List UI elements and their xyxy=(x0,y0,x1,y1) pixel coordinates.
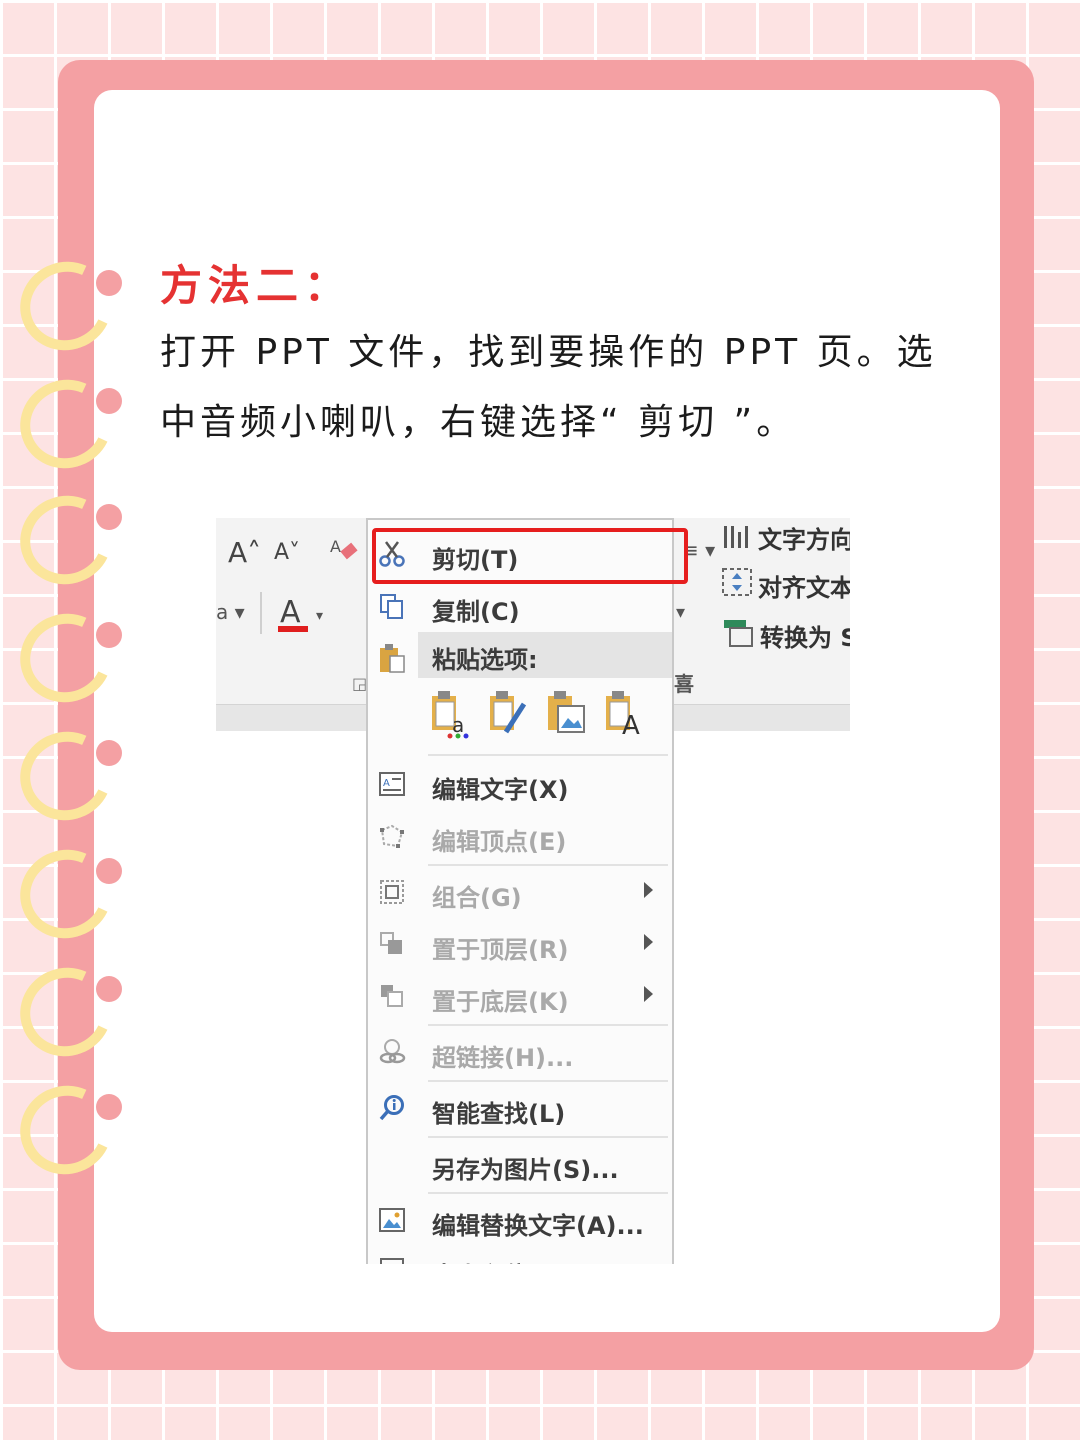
ring-hole xyxy=(96,740,122,766)
svg-text:A: A xyxy=(330,537,341,556)
menu-item-bring-to-front[interactable]: 置于顶层(R) xyxy=(368,920,672,968)
menu-separator xyxy=(428,1024,668,1026)
size-position-label: 大小和位置(Z)... xyxy=(432,1256,619,1264)
ring-hole xyxy=(96,504,122,530)
menu-item-group[interactable]: 组合(G) xyxy=(368,868,672,916)
paste-options-label: 粘贴选项: xyxy=(432,646,538,674)
ring-hole xyxy=(96,858,122,884)
smart-lookup-icon xyxy=(378,1094,406,1122)
ring-hole xyxy=(96,622,122,648)
menu-item-copy[interactable]: 复制(C) xyxy=(368,582,672,630)
ring-hole xyxy=(96,270,122,296)
svg-text:A: A xyxy=(280,595,301,630)
paste-as-picture-icon[interactable] xyxy=(544,688,588,740)
align-text-label[interactable]: 对齐文本 xyxy=(758,568,850,603)
edit-text-label: 编辑文字(X) xyxy=(432,776,569,804)
menu-item-save-as-picture[interactable]: 另存为图片(S)... xyxy=(368,1140,672,1188)
text-direction-icon[interactable] xyxy=(720,522,754,552)
menu-separator xyxy=(428,1136,668,1138)
shrink-font-icon[interactable]: A˅ xyxy=(274,540,300,565)
instruction-text: 打开 PPT 文件，找到要操作的 PPT 页。选中音频小喇叭，右键选择“ 剪切 … xyxy=(160,332,937,443)
group-label: 组合(G) xyxy=(432,884,522,912)
send-to-back-icon xyxy=(378,982,406,1010)
ring-hole xyxy=(96,1094,122,1120)
bring-to-front-icon xyxy=(378,930,406,958)
menu-item-hyperlink[interactable]: 超链接(H)... xyxy=(368,1028,672,1076)
menu-item-edit-text[interactable]: A 编辑文字(X) xyxy=(368,760,672,808)
edit-alt-text-label: 编辑替换文字(A)... xyxy=(432,1212,644,1240)
menu-item-size-position[interactable]: 大小和位置(Z)... xyxy=(368,1246,672,1264)
menu-separator xyxy=(428,1080,668,1082)
copy-label: 复制(C) xyxy=(432,598,520,626)
svg-text:A: A xyxy=(383,778,390,789)
text-direction-label[interactable]: 文字方向 xyxy=(758,520,850,555)
menu-item-edit-points[interactable]: 编辑顶点(E) xyxy=(368,812,672,860)
send-to-back-label: 置于底层(K) xyxy=(432,988,569,1016)
font-color-icon[interactable]: A ▾ xyxy=(276,594,336,638)
convert-to-label[interactable]: 转换为 S xyxy=(760,618,850,653)
menu-separator xyxy=(428,754,668,756)
divider xyxy=(260,592,262,634)
edit-points-icon xyxy=(378,822,406,850)
group-icon xyxy=(378,878,406,906)
hyperlink-icon xyxy=(378,1038,406,1066)
menu-item-send-to-back[interactable]: 置于底层(K) xyxy=(368,972,672,1020)
align-text-icon[interactable] xyxy=(720,566,754,598)
menu-item-edit-alt-text[interactable]: 编辑替换文字(A)... xyxy=(368,1196,672,1244)
smartart-convert-icon[interactable] xyxy=(720,616,756,650)
hyperlink-label: 超链接(H)... xyxy=(432,1044,574,1072)
ppt-screenshot: A˄ A˅ A a ▾ A ▾ 文字方向 对齐文本 转换为 S ≡ ▾ ▾ 喜 ◲ xyxy=(216,518,850,1264)
dialog-launcher-icon[interactable]: ◲ xyxy=(352,674,367,693)
menu-item-smart-lookup[interactable]: 智能查找(L) xyxy=(368,1084,672,1132)
ring-hole xyxy=(96,976,122,1002)
group-label-fragment: 喜 xyxy=(674,672,694,696)
menu-separator xyxy=(428,864,668,866)
bring-to-front-label: 置于顶层(R) xyxy=(432,936,569,964)
paste-use-theme-icon[interactable]: a xyxy=(428,688,472,740)
edit-points-label: 编辑顶点(E) xyxy=(432,828,567,856)
grow-font-icon[interactable]: A˄ xyxy=(228,536,261,569)
paste-text-only-icon[interactable]: A xyxy=(602,688,646,741)
dropdown-arrow-icon[interactable]: ▾ xyxy=(676,602,685,623)
clear-format-icon[interactable]: A xyxy=(328,532,362,566)
paste-clipboard-icon xyxy=(378,642,406,673)
submenu-arrow-icon xyxy=(644,882,653,898)
smart-lookup-label: 智能查找(L) xyxy=(432,1100,566,1128)
dropdown-icon[interactable]: a ▾ xyxy=(216,600,245,624)
save-as-picture-label: 另存为图片(S)... xyxy=(432,1156,619,1184)
size-position-icon xyxy=(378,1256,406,1264)
context-menu: 剪切(T) 复制(C) 粘贴选项: a A A 编辑文字(X) 编辑顶点(E) … xyxy=(366,518,674,1264)
edit-text-icon: A xyxy=(378,770,406,798)
method-title: 方法二： xyxy=(160,261,353,310)
svg-text:▾: ▾ xyxy=(316,608,323,624)
menu-separator xyxy=(428,1192,668,1194)
alt-text-image-icon xyxy=(378,1206,406,1234)
copy-icon xyxy=(378,592,406,620)
svg-text:a: a xyxy=(452,713,464,737)
submenu-arrow-icon xyxy=(644,934,653,950)
paste-options-header: 粘贴选项: xyxy=(418,632,672,678)
ring-hole xyxy=(96,388,122,414)
submenu-arrow-icon xyxy=(644,986,653,1002)
svg-text:A: A xyxy=(622,711,640,740)
paste-keep-format-icon[interactable] xyxy=(486,688,530,740)
cut-highlight-box xyxy=(372,528,688,584)
